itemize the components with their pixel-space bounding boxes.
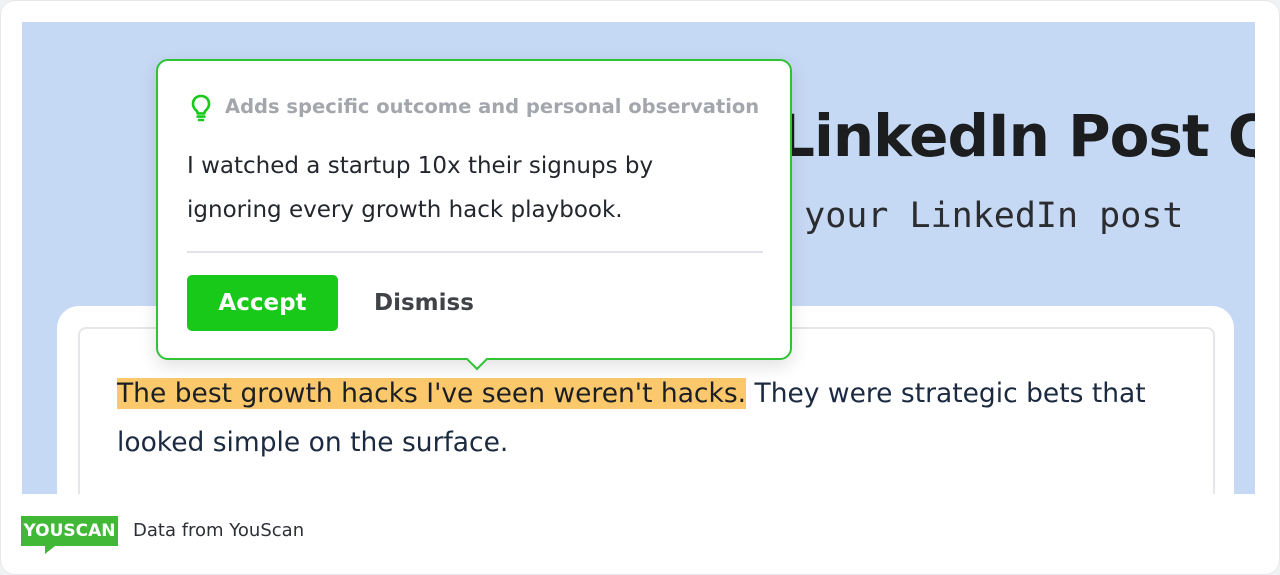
popover-divider xyxy=(187,251,763,253)
page-subtitle: l your LinkedIn post xyxy=(762,196,1184,236)
data-source-label: Data from YouScan xyxy=(133,520,305,541)
app-screenshot: LinkedIn Post Q l your LinkedIn post The… xyxy=(22,22,1255,494)
screenshot-frame: LinkedIn Post Q l your LinkedIn post The… xyxy=(1,1,1279,574)
page-title: LinkedIn Post Q xyxy=(778,102,1255,170)
logo-speech-tail xyxy=(45,546,55,554)
youscan-logo: YOUSCAN xyxy=(21,516,118,554)
suggested-rewrite: I watched a startup 10x their signups by… xyxy=(187,153,654,223)
attribution-footer: YOUSCAN Data from YouScan xyxy=(1,494,1279,574)
accept-button[interactable]: Accept xyxy=(187,275,338,331)
lightbulb-icon xyxy=(191,94,211,122)
highlighted-sentence[interactable]: The best growth hacks I've seen weren't … xyxy=(117,378,747,409)
suggestion-reason: Adds specific outcome and personal obser… xyxy=(225,95,760,118)
post-text[interactable]: The best growth hacks I've seen weren't … xyxy=(117,369,1197,467)
dismiss-button[interactable]: Dismiss xyxy=(362,275,486,331)
suggestion-popover: Adds specific outcome and personal obser… xyxy=(156,59,792,371)
logo-text: YOUSCAN xyxy=(21,516,118,546)
